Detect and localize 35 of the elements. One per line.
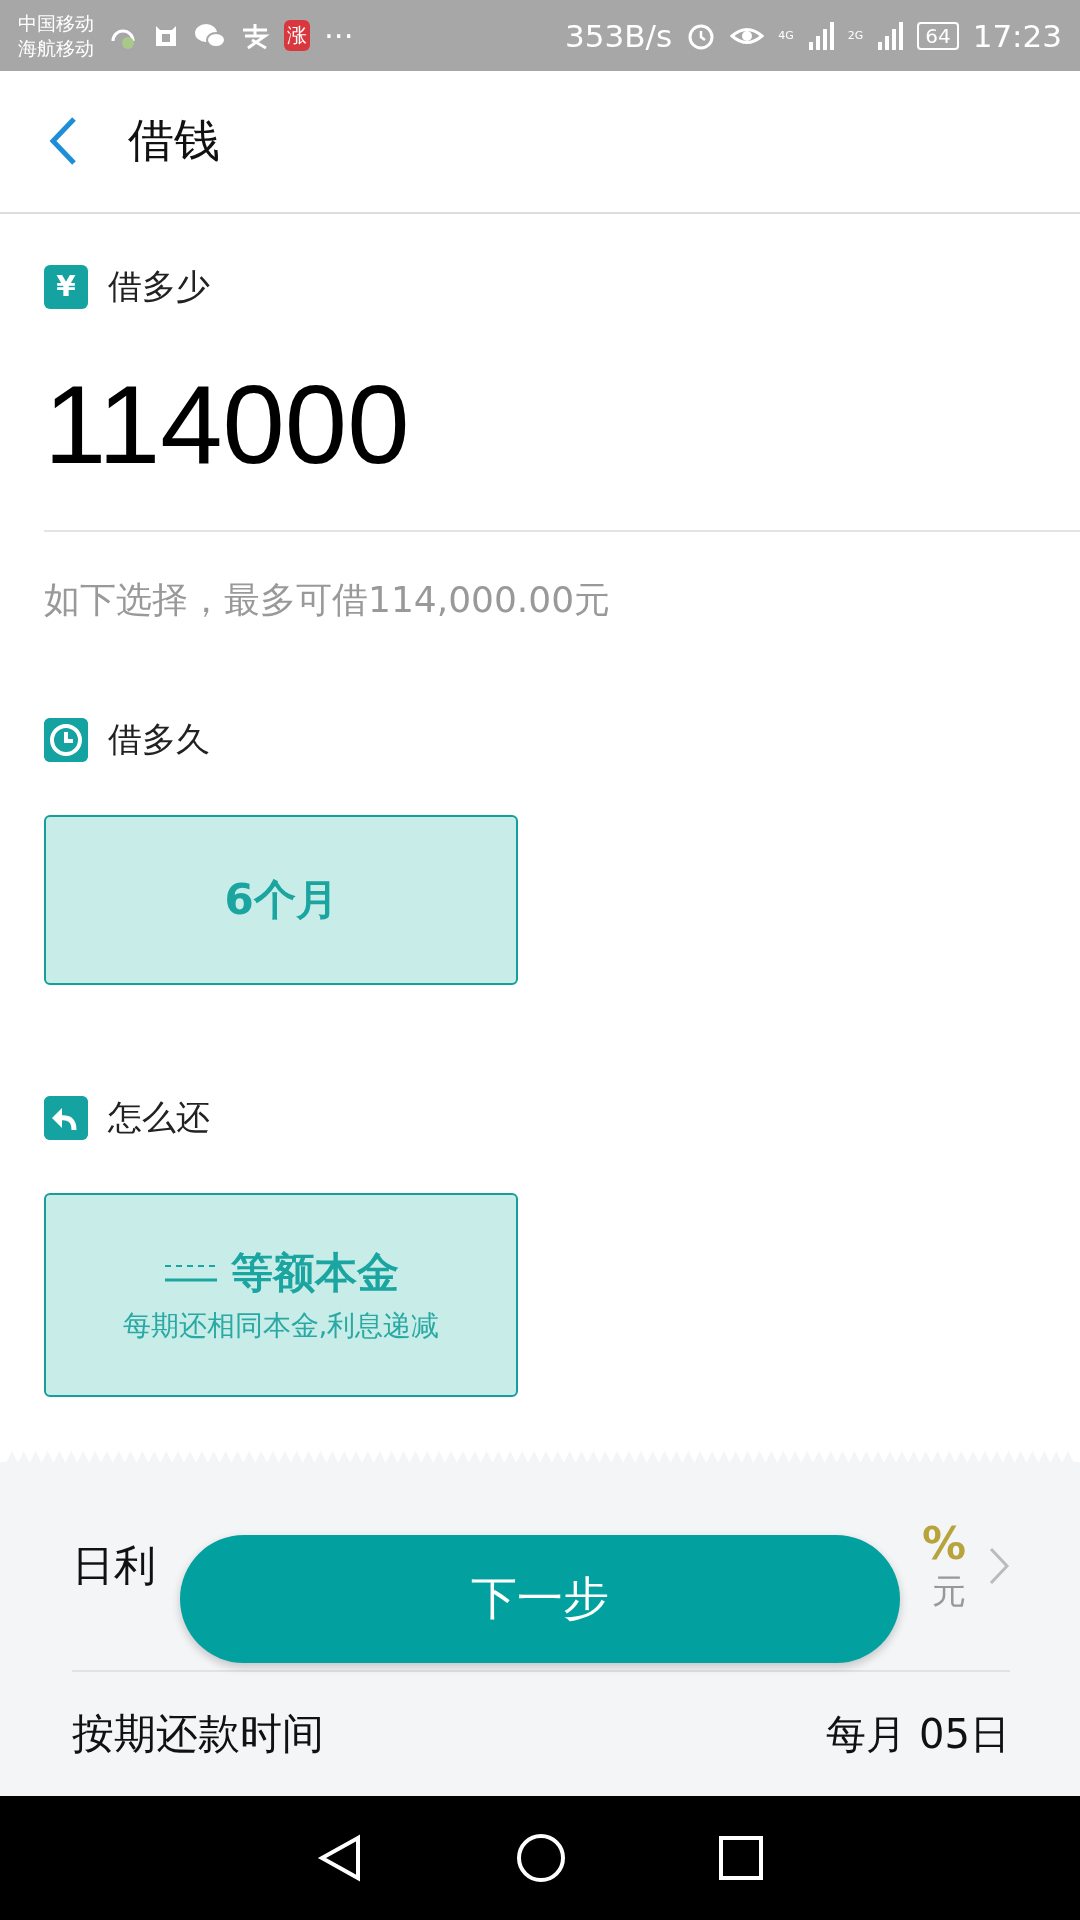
recents-nav-button[interactable] [718,1835,764,1882]
carrier-name: 中国移动 [18,10,94,36]
section-label: 借多少 [108,264,210,308]
more-indicator: ··· [324,17,354,54]
option-title: 等额本金 [231,1246,399,1299]
rate-unit: 元 [932,1569,966,1613]
battery-level: 64 [917,21,959,50]
page-title: 借钱 [128,112,220,170]
term-option[interactable]: 6个月 [44,814,518,985]
network-type: 2G [847,29,864,42]
carrier-name: 海航移动 [18,35,94,61]
app-badge: 涨 [284,20,310,52]
next-step-button[interactable]: 下一步 [180,1535,900,1663]
signal-icon [877,21,904,50]
return-arrow-icon [44,1095,88,1140]
row-label: 日利 [72,1540,156,1593]
network-speed: 353B/s [565,17,673,54]
section-label: 怎么还 [108,1095,210,1139]
rate-value: % [921,1517,966,1569]
row-value: 每月 05日 [826,1709,1010,1759]
chevron-right-icon [988,1546,1010,1587]
limit-hint: 如下选择，最多可借114,000.00元 [44,577,612,622]
option-description: 每期还相同本金,利息递减 [122,1307,440,1344]
repayment-option[interactable]: 等额本金 每期还相同本金,利息递减 [44,1192,518,1397]
yuan-icon: ¥ [44,264,88,309]
pay-icon [240,21,270,50]
clock: 17:23 [972,17,1062,54]
amount-input[interactable]: 114000 [44,359,1080,532]
section-label: 借多久 [108,717,210,761]
home-nav-button[interactable] [516,1833,566,1884]
network-type: 4G [778,29,794,42]
row-label: 按期还款时间 [72,1708,324,1761]
back-button[interactable] [48,116,78,167]
clock-icon [44,717,88,762]
signal-icon [807,21,834,50]
